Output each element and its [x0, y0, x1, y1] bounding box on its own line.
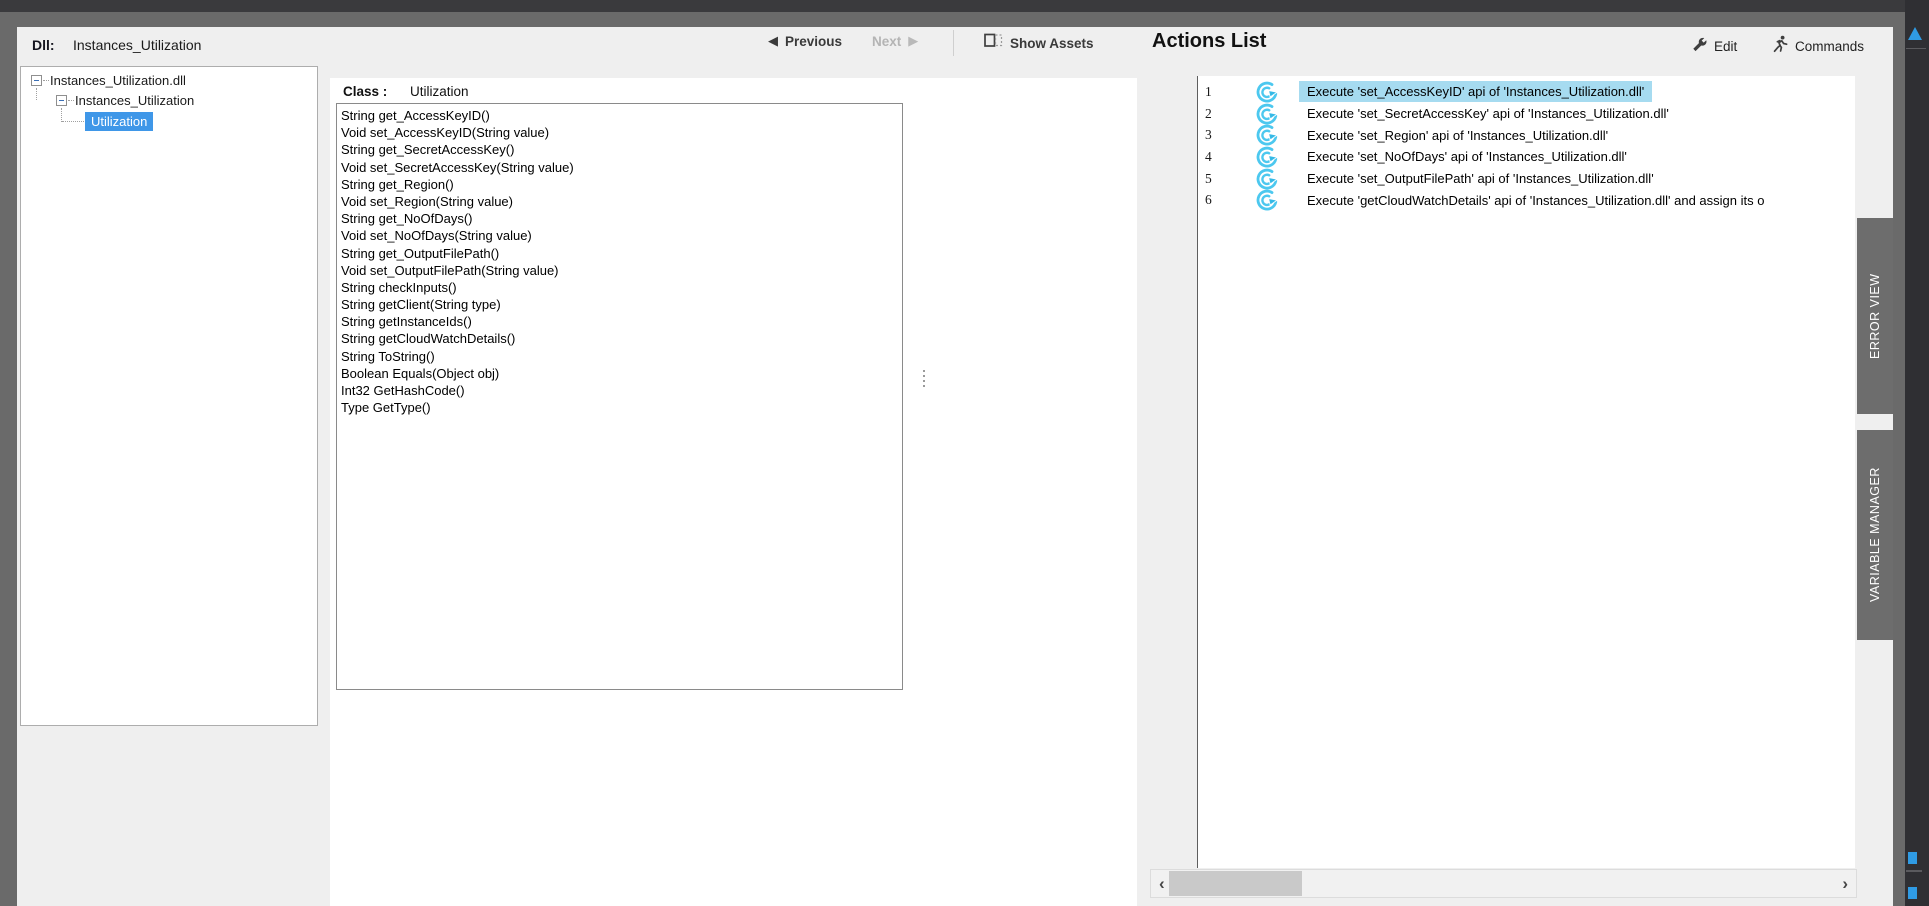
method-item[interactable]: String get_SecretAccessKey() [341, 141, 902, 158]
tree-node-namespace[interactable]: Instances_Utilization [75, 93, 194, 108]
divider [1906, 870, 1922, 872]
method-item[interactable]: Void set_NoOfDays(String value) [341, 227, 902, 244]
next-arrow-icon: ▶ [908, 33, 919, 48]
action-row[interactable]: 1 Execute 'set_AccessKeyID' api of 'Inst… [1198, 81, 1855, 103]
tree-connector [62, 121, 84, 122]
tab-error-view[interactable]: ERROR VIEW [1857, 218, 1893, 414]
method-item[interactable]: Void set_Region(String value) [341, 193, 902, 210]
show-assets-icon [984, 33, 1003, 53]
action-row-number: 5 [1205, 170, 1212, 186]
method-item[interactable]: String getInstanceIds() [341, 313, 902, 330]
method-item[interactable]: String getClient(String type) [341, 296, 902, 313]
class-name-value: Utilization [410, 84, 469, 99]
edit-button-label: Edit [1714, 38, 1738, 54]
collapse-expander-icon[interactable] [56, 95, 67, 106]
action-row-text: Execute 'getCloudWatchDetails' api of 'I… [1307, 192, 1765, 208]
next-button-disabled[interactable]: Next ▶ [872, 33, 918, 49]
scroll-right-icon[interactable]: › [1842, 872, 1848, 896]
class-label: Class : [343, 84, 388, 99]
workbench-window: Dll: Instances_Utilization ◀ Previous Ne… [0, 0, 1929, 906]
background-window-icon [1908, 852, 1917, 864]
method-item[interactable]: String get_Region() [341, 176, 902, 193]
actions-list-title: Actions List [1152, 30, 1267, 52]
show-assets-label: Show Assets [1010, 35, 1094, 51]
dll-name-value: Instances_Utilization [73, 37, 202, 53]
next-button-label: Next [872, 33, 902, 49]
tree-connector [43, 80, 49, 81]
action-row-text: Execute 'set_Region' api of 'Instances_U… [1307, 127, 1609, 143]
action-row-text: Execute 'set_SecretAccessKey' api of 'In… [1307, 106, 1669, 122]
method-item[interactable]: String ToString() [341, 348, 902, 365]
action-row-text: Execute 'set_AccessKeyID' api of 'Instan… [1299, 81, 1653, 103]
previous-button-label: Previous [785, 33, 843, 49]
horizontal-scrollbar[interactable]: ‹ › [1150, 869, 1857, 898]
actions-list-panel: 1 Execute 'set_AccessKeyID' api of 'Inst… [1197, 76, 1855, 868]
method-item[interactable]: String checkInputs() [341, 279, 902, 296]
edit-button[interactable]: Edit [1690, 35, 1737, 57]
methods-listbox[interactable]: String get_AccessKeyID() Void set_Access… [336, 103, 903, 690]
method-item[interactable]: String getCloudWatchDetails() [341, 330, 902, 347]
window-top-bar [0, 0, 1929, 12]
tree-connector [68, 100, 74, 101]
window-frame-right [1893, 12, 1905, 906]
panel-splitter-handle[interactable] [923, 370, 926, 390]
commands-button-label: Commands [1795, 39, 1865, 54]
action-row[interactable]: 3 Execute 'set_Region' api of 'Instances… [1198, 124, 1855, 146]
tree-node-class-selected[interactable]: Utilization [85, 112, 154, 131]
collapse-expander-icon[interactable] [31, 75, 42, 86]
commands-button[interactable]: Commands [1772, 35, 1864, 58]
method-item[interactable]: Void set_OutputFilePath(String value) [341, 262, 902, 279]
method-item[interactable]: String get_NoOfDays() [341, 210, 902, 227]
run-dll-icon [1255, 80, 1279, 104]
previous-button[interactable]: ◀ Previous [768, 33, 842, 49]
action-row[interactable]: 4 Execute 'set_NoOfDays' api of 'Instanc… [1198, 146, 1855, 168]
action-row-number: 1 [1205, 83, 1212, 99]
action-row-text: Execute 'set_OutputFilePath' api of 'Ins… [1307, 171, 1654, 187]
action-row[interactable]: 6 Execute 'getCloudWatchDetails' api of … [1198, 189, 1855, 211]
previous-arrow-icon: ◀ [768, 33, 778, 48]
method-item[interactable]: Void set_AccessKeyID(String value) [341, 124, 902, 141]
dll-label: Dll: [32, 37, 55, 53]
dll-tree-panel: Instances_Utilization.dll Instances_Util… [20, 66, 318, 726]
tab-variable-manager[interactable]: VARIABLE MANAGER [1857, 430, 1893, 640]
wrench-icon [1690, 35, 1707, 57]
run-dll-icon [1255, 145, 1279, 169]
action-row-number: 3 [1205, 127, 1212, 143]
background-window-edge [1905, 0, 1929, 906]
window-frame-left [0, 12, 17, 906]
scrollbar-thumb[interactable] [1169, 871, 1302, 896]
divider [1906, 48, 1926, 49]
method-item[interactable]: Type GetType() [341, 399, 902, 416]
method-item[interactable]: Boolean Equals(Object obj) [341, 365, 902, 382]
action-row-number: 4 [1205, 148, 1212, 164]
show-assets-button[interactable]: Show Assets [984, 33, 1094, 53]
run-dll-icon [1255, 123, 1279, 147]
action-row[interactable]: 2 Execute 'set_SecretAccessKey' api of '… [1198, 103, 1855, 125]
action-row-text: Execute 'set_NoOfDays' api of 'Instances… [1307, 149, 1627, 165]
header-divider [953, 30, 954, 56]
background-window-icon [1908, 887, 1917, 899]
window-frame-top [0, 12, 1905, 27]
runner-icon [1772, 35, 1788, 58]
scroll-left-icon[interactable]: ‹ [1159, 872, 1165, 896]
method-item[interactable]: String get_AccessKeyID() [341, 107, 902, 124]
action-row-number: 2 [1205, 105, 1212, 121]
method-item[interactable]: Int32 GetHashCode() [341, 382, 902, 399]
action-row-number: 6 [1205, 192, 1212, 208]
tree-connector [36, 88, 37, 100]
tree-connector [61, 108, 62, 122]
background-window-icon [1908, 27, 1922, 40]
method-item[interactable]: String get_OutputFilePath() [341, 245, 902, 262]
action-row[interactable]: 5 Execute 'set_OutputFilePath' api of 'I… [1198, 168, 1855, 190]
run-dll-icon [1255, 102, 1279, 126]
tree-node-dll[interactable]: Instances_Utilization.dll [50, 73, 186, 88]
run-dll-icon [1255, 188, 1279, 212]
method-item[interactable]: Void set_SecretAccessKey(String value) [341, 159, 902, 176]
run-dll-icon [1255, 167, 1279, 191]
